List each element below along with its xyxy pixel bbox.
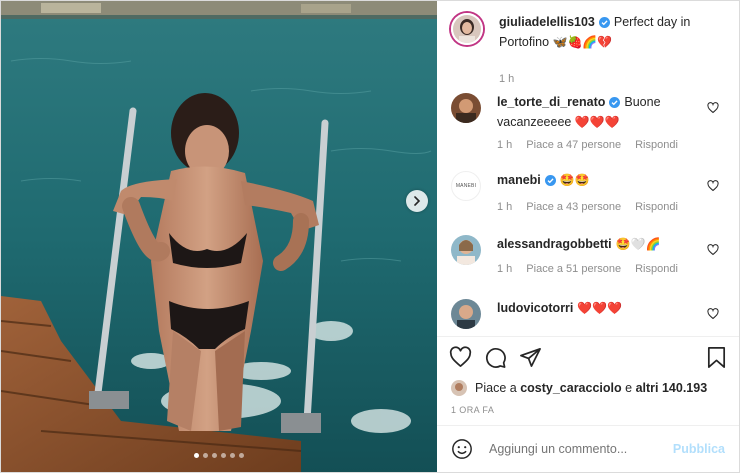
paper-plane-icon[interactable] [519,346,542,369]
comment-emoji: 🤩🤩 [559,173,590,187]
avatar-image [451,93,481,123]
comment-item: MANEBI manebi 🤩🤩 1 h Piace a 43 persone R… [451,171,725,235]
carousel-indicator [1,453,437,458]
reply-button[interactable]: Rispondi [635,139,678,151]
verified-badge-icon [544,173,556,191]
comment-time[interactable]: 1 h [497,139,512,151]
photo-scene [1,1,437,472]
comment-emoji: ❤️❤️❤️ [574,115,620,129]
liked-by-user[interactable]: costy_caracciolo [520,381,621,395]
comment-item: alessandragobbetti 🤩🤍🌈 1 h Piace a 51 per… [451,235,725,299]
liked-by-conjunction: e [625,381,633,395]
liked-by-prefix: Piace a [475,381,517,395]
comment-username[interactable]: ludovicotorri [497,301,573,315]
carousel-dot [212,453,217,458]
carousel-dot [221,453,226,458]
comment-input[interactable] [487,441,673,457]
heart-icon[interactable] [449,345,472,369]
commenter-avatar[interactable] [451,299,481,329]
carousel-dot [230,453,235,458]
publish-button[interactable]: Pubblica [673,442,725,456]
comment-like-heart-icon[interactable] [707,101,719,119]
carousel-dot [194,453,199,458]
post-timestamp[interactable]: 1 ORA FA [437,399,739,425]
commenter-avatar[interactable] [451,235,481,265]
comment-icon[interactable] [484,346,507,369]
avatar-image [453,15,481,43]
verified-badge-icon [609,95,621,113]
caption-emoji: 🦋🍓🌈💔 [552,35,613,49]
caption-time[interactable]: 1 h [499,73,514,85]
avatar-image [451,235,481,265]
comment-composer: Pubblica [437,425,739,472]
reply-button[interactable]: Rispondi [635,263,678,275]
caption-username[interactable]: giuliadelellis103 [499,15,595,29]
comment-item: ludovicotorri ❤️❤️❤️ [451,299,725,336]
owner-avatar[interactable] [451,13,483,45]
comment-time[interactable]: 1 h [497,201,512,213]
liker-avatar[interactable] [451,380,467,396]
post-caption: giuliadelellis103 Perfect day in Portofin… [451,13,725,93]
post-photo[interactable] [1,1,437,472]
avatar-brand-text: MANEBI [455,183,477,189]
post-action-bar [437,336,739,377]
liked-by-summary: Piace a costy_caracciolo e altri 140.193 [437,377,739,399]
comment-emoji: 🤩🤍🌈 [615,237,661,251]
carousel-dot [239,453,244,458]
comment-username[interactable]: le_torte_di_renato [497,95,605,109]
chevron-right-icon [414,196,421,206]
comment-like-heart-icon[interactable] [707,307,719,325]
comment-username[interactable]: manebi [497,173,541,187]
avatar-image [451,299,481,329]
comment-likes-count[interactable]: Piace a 51 persone [526,263,621,275]
comment-emoji: ❤️❤️❤️ [577,301,623,315]
comment-likes-count[interactable]: Piace a 47 persone [526,139,621,151]
liked-by-others[interactable]: altri 140.193 [636,381,708,395]
post-side-panel: giuliadelellis103 Perfect day in Portofin… [437,1,739,472]
comment-like-heart-icon[interactable] [707,179,719,197]
comment-like-heart-icon[interactable] [707,243,719,261]
comments-list[interactable]: giuliadelellis103 Perfect day in Portofin… [437,1,739,336]
bookmark-icon[interactable] [706,346,727,374]
commenter-avatar[interactable]: MANEBI [451,171,481,201]
reply-button[interactable]: Rispondi [635,201,678,213]
commenter-avatar[interactable] [451,93,481,123]
smiley-icon[interactable] [451,438,473,460]
carousel-dot [203,453,208,458]
comment-time[interactable]: 1 h [497,263,512,275]
comment-likes-count[interactable]: Piace a 43 persone [526,201,621,213]
carousel-next-button[interactable] [406,190,428,212]
verified-badge-icon [598,15,610,33]
instagram-post-modal: giuliadelellis103 Perfect day in Portofin… [0,0,740,473]
comment-item: le_torte_di_renato Buone vacanzeeeee ❤️❤️… [451,93,725,171]
comment-username[interactable]: alessandragobbetti [497,237,612,251]
